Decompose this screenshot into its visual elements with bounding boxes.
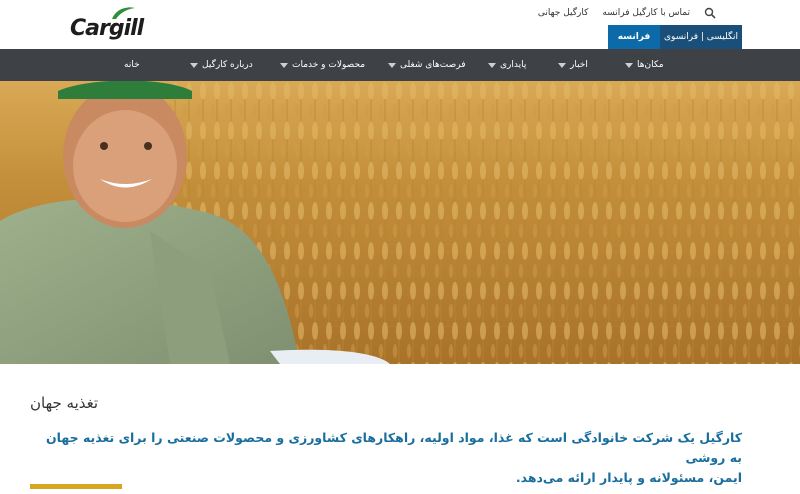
nav-item-label: درباره کارگیل — [202, 60, 253, 70]
nav-item-sustainability[interactable]: پایداری — [488, 49, 526, 81]
search-icon[interactable] — [704, 7, 716, 19]
lang-english-button[interactable]: انگلیسی | فرانسوی — [660, 25, 742, 49]
nav-item-label: اخبار — [570, 60, 588, 70]
intro-line-1: کارگیل یک شرکت خانوادگی است که غذا، مواد… — [46, 430, 742, 465]
nav-item-products[interactable]: محصولات و خدمات — [280, 49, 365, 81]
hero-banner — [0, 81, 800, 364]
nav-item-label: مکان‌ها — [637, 60, 664, 70]
chevron-down-icon — [558, 62, 566, 68]
nav-item-news[interactable]: اخبار — [558, 49, 588, 81]
accent-underline — [30, 484, 122, 489]
nav-item-locations[interactable]: مکان‌ها — [625, 49, 664, 81]
intro-paragraph: کارگیل یک شرکت خانوادگی است که غذا، مواد… — [30, 428, 742, 488]
nav-item-label: خانه — [124, 60, 140, 70]
nav-item-careers[interactable]: فرصت‌های شغلی — [388, 49, 466, 81]
chevron-down-icon — [625, 62, 633, 68]
chevron-down-icon — [190, 62, 198, 68]
chevron-down-icon — [280, 62, 288, 68]
contact-link[interactable]: تماس با کارگیل فرانسه — [602, 8, 690, 18]
global-link[interactable]: کارگیل جهانی — [538, 8, 589, 18]
lang-farsi-button[interactable]: فرانسه — [608, 25, 660, 49]
language-switcher: فرانسه انگلیسی | فرانسوی — [608, 25, 742, 49]
site-header: Cargill تماس با کارگیل فرانسه کارگیل جها… — [0, 0, 800, 49]
utility-links: تماس با کارگیل فرانسه کارگیل جهانی — [538, 5, 716, 21]
nav-item-label: محصولات و خدمات — [292, 60, 366, 70]
page-headline: تغذیه جهان — [30, 394, 99, 412]
cargill-logo[interactable]: Cargill — [70, 6, 150, 42]
nav-item-home[interactable]: خانه — [124, 49, 140, 81]
main-nav: خانه درباره کارگیل محصولات و خدمات فرصت‌… — [0, 49, 800, 81]
chevron-down-icon — [388, 62, 396, 68]
nav-item-about[interactable]: درباره کارگیل — [190, 49, 253, 81]
logo-wordmark: Cargill — [70, 16, 144, 41]
hero-image-farmer-wheat — [0, 81, 800, 364]
chevron-down-icon — [488, 62, 496, 68]
nav-item-label: فرصت‌های شغلی — [400, 60, 466, 70]
nav-item-label: پایداری — [500, 60, 527, 70]
intro-section: تغذیه جهان کارگیل یک شرکت خانوادگی است ک… — [0, 364, 800, 494]
intro-line-2: ایمن، مسئولانه و پایدار ارائه می‌دهد. — [515, 470, 742, 485]
